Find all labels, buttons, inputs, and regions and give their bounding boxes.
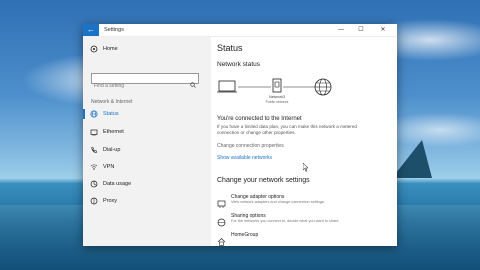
phone-icon xyxy=(89,145,99,155)
internet-globe-icon xyxy=(314,78,332,96)
option-homegroup[interactable]: HomeGroup xyxy=(217,232,392,246)
sidebar-item-status[interactable]: Status xyxy=(89,108,119,120)
network-status-heading: Network status xyxy=(217,61,260,68)
sharing-icon xyxy=(217,214,227,227)
option-description: View network adapters and change connect… xyxy=(231,200,325,204)
close-button[interactable]: ✕ xyxy=(375,24,391,36)
mouse-cursor-icon xyxy=(303,163,309,172)
sidebar-home-label: Home xyxy=(103,46,118,52)
change-connection-properties-link[interactable]: Change connection properties xyxy=(217,143,284,149)
main-panel: Status Network status Network3 Public ne… xyxy=(211,37,397,246)
laptop-icon xyxy=(217,80,237,93)
sidebar-item-label: Dial-up xyxy=(103,147,121,153)
option-sharing[interactable]: Sharing options For the networks you con… xyxy=(217,213,392,229)
search-box[interactable] xyxy=(91,73,199,91)
sidebar-item-home[interactable]: Home xyxy=(89,43,118,55)
minimize-button[interactable]: — xyxy=(333,24,349,36)
proxy-icon xyxy=(89,196,99,206)
sidebar-item-label: Proxy xyxy=(103,198,118,204)
sidebar-item-ethernet[interactable]: Ethernet xyxy=(89,126,124,138)
window-title: Settings xyxy=(104,27,124,33)
search-input[interactable] xyxy=(92,81,186,91)
search-icon[interactable] xyxy=(190,75,196,93)
sidebar: Home Network & Internet Status Ethernet xyxy=(83,37,211,246)
vpn-icon xyxy=(89,162,99,172)
diagram-network-type: Public network xyxy=(266,100,289,104)
back-arrow-icon: ← xyxy=(87,25,95,34)
ethernet-icon xyxy=(89,127,99,137)
sidebar-item-label: VPN xyxy=(103,164,115,170)
adapter-icon xyxy=(217,195,227,208)
sidebar-item-vpn[interactable]: VPN xyxy=(89,161,114,173)
page-title: Status xyxy=(217,43,243,53)
metered-info-text: If you have a limited data plan, you can… xyxy=(217,124,357,135)
show-available-networks-link[interactable]: Show available networks xyxy=(217,155,272,161)
sidebar-item-data-usage[interactable]: Data usage xyxy=(89,178,131,190)
home-icon xyxy=(89,44,99,54)
settings-window: ← Settings — ☐ ✕ Home Network & Internet… xyxy=(83,24,397,246)
network-diagram-graphic: Network3 Public network xyxy=(217,78,332,104)
globe-icon xyxy=(89,109,99,119)
data-usage-icon xyxy=(89,179,99,189)
sidebar-section-heading: Network & Internet xyxy=(91,99,133,105)
back-button[interactable]: ← xyxy=(83,24,99,36)
sidebar-item-label: Status xyxy=(103,111,119,117)
active-indicator xyxy=(83,109,85,119)
network-diagram: Network3 Public network xyxy=(217,75,337,109)
sidebar-item-label: Ethernet xyxy=(103,129,124,135)
title-bar: ← Settings — ☐ ✕ xyxy=(83,24,397,37)
connected-status-text: You're connected to the Internet xyxy=(217,116,302,122)
sidebar-item-dial-up[interactable]: Dial-up xyxy=(89,144,120,156)
sidebar-item-proxy[interactable]: Proxy xyxy=(89,195,117,207)
option-title: HomeGroup xyxy=(231,232,259,238)
change-settings-heading: Change your network settings xyxy=(217,177,310,184)
ethernet-adapter-icon xyxy=(272,78,282,93)
maximize-button[interactable]: ☐ xyxy=(353,24,369,36)
option-description: For the networks you connect to, decide … xyxy=(231,219,340,223)
option-change-adapter[interactable]: Change adapter options View network adap… xyxy=(217,194,392,210)
background-mountain xyxy=(392,140,432,178)
diagram-network-name: Network3 xyxy=(269,95,285,99)
homegroup-icon xyxy=(217,233,227,246)
sidebar-item-label: Data usage xyxy=(103,181,132,187)
